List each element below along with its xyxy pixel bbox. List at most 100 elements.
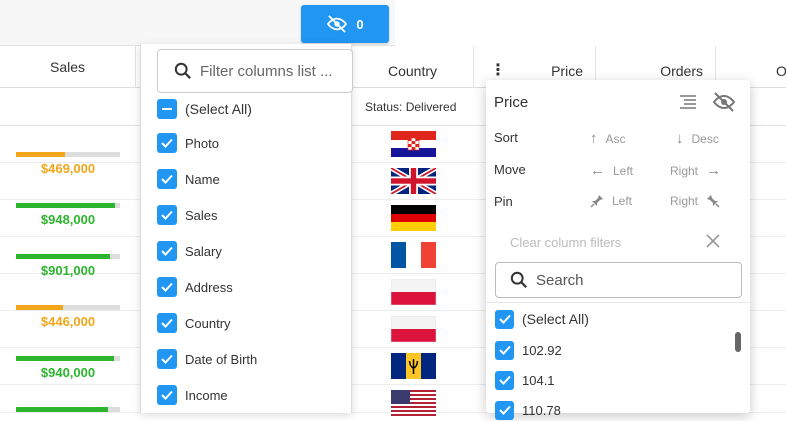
header-country[interactable]: Country [352,46,474,88]
chooser-item-income[interactable]: Income [157,383,228,407]
header-sales-label: Sales [49,59,86,75]
menu-search-placeholder: Search [536,271,584,289]
sales-progress-fill [16,407,108,412]
checkbox[interactable] [157,133,177,153]
chooser-item-sales[interactable]: Sales [157,203,218,227]
filter-value-item[interactable]: 104.1 [495,369,555,391]
flag-poland-icon [391,279,436,305]
sales-value: $940,000 [40,365,96,380]
sales-value: $446,000 [40,314,96,329]
sales-progress-bar [16,152,120,157]
menu-select-all[interactable]: (Select All) [495,308,589,330]
status-filter-text: Status: Delivered [365,100,457,114]
flag-barbados-icon [391,353,436,379]
pin-left-button[interactable]: Left [590,194,632,208]
chooser-item-label: Address [185,279,233,295]
checkbox[interactable] [157,169,177,189]
checkbox[interactable] [157,277,177,297]
flag-poland-icon [391,316,436,342]
filter-value-label: 110.78 [522,402,561,418]
sales-value: $948,000 [40,212,96,227]
chooser-select-all-label: (Select All) [185,101,252,117]
chooser-item-label: Sales [185,207,218,223]
checkbox[interactable] [157,385,177,405]
move-right-button[interactable]: Right → [670,162,721,179]
chooser-item-date-of-birth[interactable]: Date of Birth [157,347,257,371]
chooser-item-label: Salary [185,243,222,259]
indeterminate-checkbox[interactable] [157,99,177,119]
sales-progress-fill [16,152,65,157]
sort-asc-button[interactable]: ↑ Asc [590,130,626,147]
header-sales[interactable]: Sales [0,46,136,88]
chooser-item-salary[interactable]: Salary [157,239,222,263]
sales-progress-bar [16,356,120,361]
checkbox[interactable] [495,400,514,420]
pin-right-button[interactable]: Right [670,194,720,208]
search-icon [174,62,191,79]
chooser-item-country[interactable]: Country [157,311,231,335]
scrollbar-thumb[interactable] [735,332,741,352]
chooser-select-all[interactable]: (Select All) [157,97,252,121]
check-icon [161,390,173,400]
checkbox[interactable] [157,349,177,369]
flag-germany-icon [391,205,436,231]
filter-columns-input[interactable]: Filter columns list ... [157,49,353,93]
clear-column-filters[interactable]: Clear column filters [510,235,621,250]
filter-value-item[interactable]: 110.78 [495,399,561,421]
column-chooser-panel: Filter columns list ... (Select All) Pho… [140,44,353,413]
columns-list-icon[interactable] [678,94,698,110]
chooser-item-label: Name [185,171,220,187]
minus-icon [162,108,172,110]
filter-value-item[interactable]: 102.92 [495,339,562,361]
header-next-label: O [776,63,786,79]
flag-united-kingdom-icon [391,168,436,194]
chooser-item-address[interactable]: Address [157,275,233,299]
sales-progress-fill [16,254,110,259]
header-country-label: Country [387,63,438,79]
sales-progress-bar [16,254,120,259]
check-icon [161,318,173,328]
sales-progress-fill [16,356,114,361]
checkbox[interactable] [495,340,514,360]
sales-value: $901,000 [40,263,96,278]
column-menu-icon[interactable]: ⋮ [490,60,506,80]
sort-desc-label: Desc [691,131,719,146]
menu-search-input[interactable]: Search [495,262,742,298]
pin-right-label: Right [670,194,699,208]
eye-off-icon[interactable] [712,92,736,112]
flag-france-icon [391,242,436,268]
checkbox[interactable] [495,309,514,329]
pin-left-label: Left [612,194,633,208]
check-icon [498,345,511,355]
checkbox[interactable] [157,241,177,261]
check-icon [161,246,173,256]
chooser-item-label: Income [185,387,228,403]
hidden-columns-button[interactable]: 0 [301,5,389,43]
checkbox[interactable] [495,370,514,390]
chooser-item-name[interactable]: Name [157,167,220,191]
sort-label: Sort [494,130,518,145]
chooser-item-label: Date of Birth [185,351,258,367]
move-left-button[interactable]: ← Left [590,162,633,179]
header-orders-label: Orders [660,63,703,79]
checkbox[interactable] [157,205,177,225]
move-left-label: Left [613,163,634,178]
checkbox[interactable] [157,313,177,333]
chooser-item-label: Photo [185,135,219,151]
sort-desc-button[interactable]: ↓ Desc [676,130,719,147]
check-icon [161,210,173,220]
pin-icon [590,195,603,208]
flag-croatia-icon [391,131,436,157]
column-menu-title: Price [494,94,529,111]
header-price-label: Price [551,63,583,79]
arrow-up-icon: ↑ [590,130,598,147]
arrow-left-icon: ← [590,162,605,179]
chooser-item-photo[interactable]: Photo [157,131,219,155]
pin-icon [707,195,720,208]
check-icon [161,138,173,148]
column-menu: Price Sort ↑ Asc ↓ Desc Move ← Left Righ… [486,80,750,420]
check-icon [161,174,173,184]
sort-asc-label: Asc [605,131,626,146]
close-icon[interactable] [706,234,720,248]
check-icon [498,314,511,324]
